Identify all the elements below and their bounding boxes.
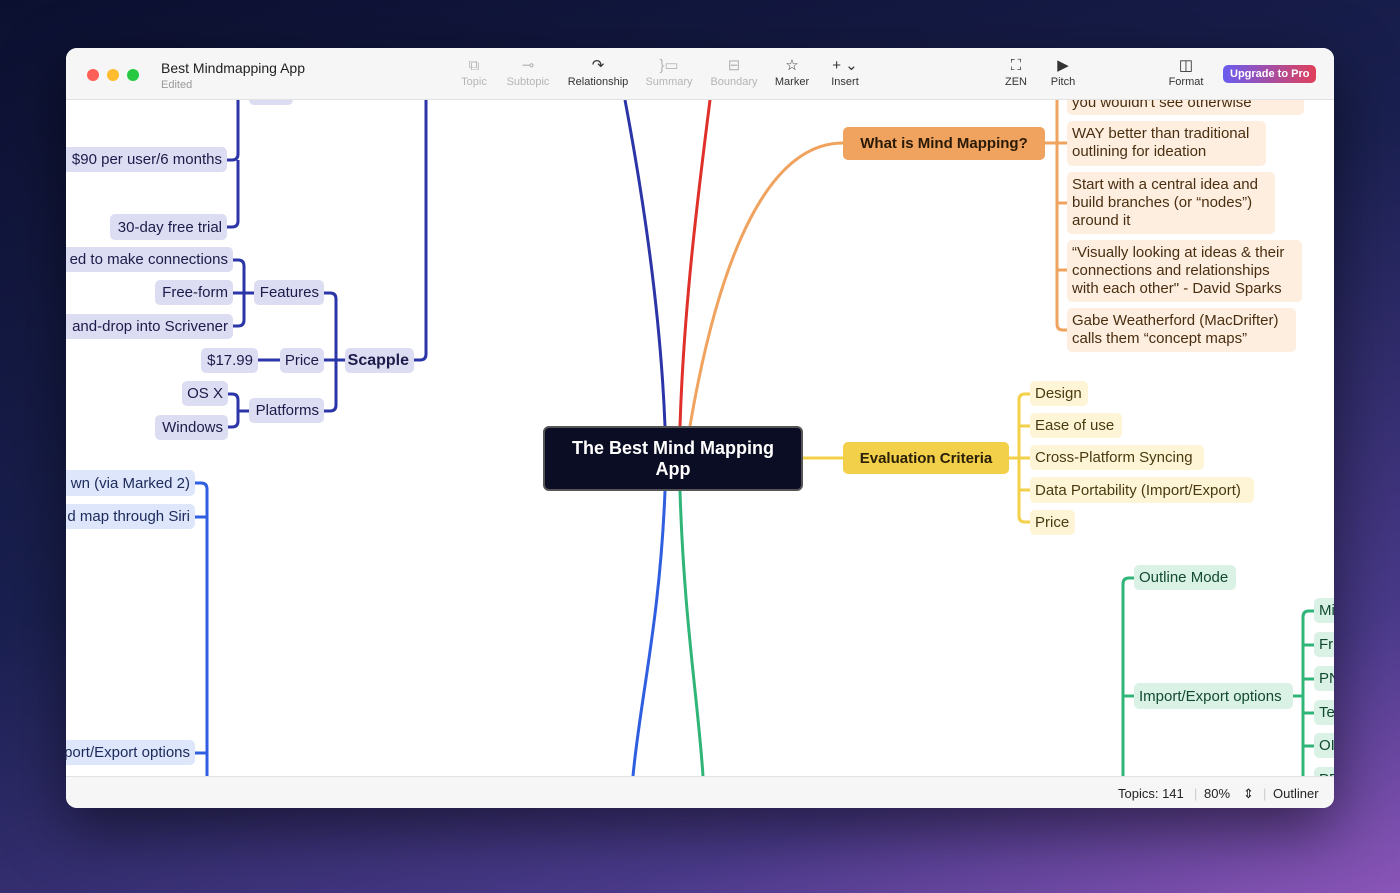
topic-node[interactable]: PN xyxy=(1314,666,1334,691)
topic-node[interactable]: Te xyxy=(1314,700,1334,725)
topic-node[interactable]: Price xyxy=(1030,510,1075,535)
topic-icon: ⧉ xyxy=(468,57,480,74)
topic-node-platforms[interactable]: Platforms xyxy=(249,398,324,423)
zoom-button[interactable] xyxy=(127,69,139,81)
topic-node-price[interactable]: Price xyxy=(280,348,324,373)
topic-node[interactable]: OI xyxy=(1314,733,1334,758)
topic-count: Topics: 141 xyxy=(1118,786,1184,801)
zen-button[interactable]: ⛶ ZEN xyxy=(1005,56,1027,88)
topic-node-evaluation-criteria[interactable]: Evaluation Criteria xyxy=(843,442,1009,474)
topic-node[interactable]: port/Export options xyxy=(66,740,195,765)
topic-node-scapple[interactable]: Scapple xyxy=(345,348,414,373)
relationship-icon: ↷ xyxy=(591,57,605,74)
mind-map-canvas[interactable]: $90 per user/6 months 30-day free trial … xyxy=(66,48,1334,808)
topic-node[interactable]: Ease of use xyxy=(1030,413,1122,438)
topic-node[interactable]: “Visually looking at ideas & their conne… xyxy=(1067,240,1302,302)
insert-button[interactable]: + ⌄ Insert xyxy=(831,56,859,88)
topic-node[interactable]: d map through Siri xyxy=(66,504,195,529)
close-button[interactable] xyxy=(87,69,99,81)
play-icon: ▶ xyxy=(1057,57,1069,74)
subtopic-button[interactable]: ⊸ Subtopic xyxy=(507,56,550,88)
topic-node[interactable]: Cross-Platform Syncing xyxy=(1030,445,1204,470)
toolbar: Best Mindmapping App Edited ⧉ Topic ⊸ Subt… xyxy=(66,48,1334,100)
topic-node[interactable]: Start with a central idea and build bran… xyxy=(1067,172,1275,234)
topic-node-features[interactable]: Features xyxy=(254,280,324,305)
summary-icon: }▭ xyxy=(659,57,679,74)
topic-node[interactable]: Data Portability (Import/Export) xyxy=(1030,477,1254,503)
branch-line xyxy=(678,99,712,427)
status-bar: Topics: 141 | 80% ⇕ | Outliner xyxy=(66,776,1334,808)
pitch-button[interactable]: ▶ Pitch xyxy=(1051,56,1075,88)
branch-line xyxy=(631,490,667,777)
summary-button[interactable]: }▭ Summary xyxy=(645,56,692,88)
topic-node[interactable]: Mi xyxy=(1314,598,1334,623)
zoom-stepper-icon[interactable]: ⇕ xyxy=(1243,786,1254,802)
marker-button[interactable]: ☆ Marker xyxy=(775,56,809,88)
topic-node[interactable]: WAY better than traditional outlining fo… xyxy=(1067,121,1266,166)
format-button[interactable]: ◫ Format xyxy=(1169,56,1204,88)
branch-line xyxy=(623,99,667,427)
branch-line xyxy=(678,490,705,777)
topic-node[interactable]: Fr xyxy=(1314,632,1334,657)
topic-node-what-is-mind-mapping[interactable]: What is Mind Mapping? xyxy=(843,127,1045,160)
zoom-level[interactable]: 80% xyxy=(1204,786,1230,801)
document-status: Edited xyxy=(161,79,193,91)
sidebar-icon: ◫ xyxy=(1178,57,1194,74)
topic-node[interactable]: $90 per user/6 months xyxy=(66,147,227,172)
topic-node[interactable]: Outline Mode xyxy=(1134,565,1236,590)
outliner-button[interactable]: Outliner xyxy=(1273,786,1319,801)
divider: | xyxy=(1194,786,1198,801)
topic-node[interactable]: and-drop into Scrivener xyxy=(66,314,233,339)
plus-icon: + ⌄ xyxy=(832,57,858,74)
app-window: $90 per user/6 months 30-day free trial … xyxy=(66,48,1334,808)
topic-node[interactable]: 30-day free trial xyxy=(110,214,227,240)
topic-node[interactable]: ed to make connections xyxy=(66,247,233,272)
topic-node[interactable]: OS X xyxy=(182,381,228,406)
boundary-button[interactable]: ⊟ Boundary xyxy=(710,56,757,88)
branch-line xyxy=(688,141,844,427)
topic-button[interactable]: ⧉ Topic xyxy=(461,56,487,88)
relationship-button[interactable]: ↷ Relationship xyxy=(568,56,629,88)
topic-node[interactable]: Import/Export options xyxy=(1134,683,1293,709)
topic-node[interactable]: Design xyxy=(1030,381,1088,406)
topic-node[interactable]: Gabe Weatherford (MacDrifter) calls them… xyxy=(1067,308,1296,352)
topic-node[interactable]: Windows xyxy=(155,415,228,440)
topic-node[interactable]: $17.99 xyxy=(201,348,258,373)
document-title: Best Mindmapping App xyxy=(161,60,305,76)
subtopic-icon: ⊸ xyxy=(521,57,535,74)
upgrade-button[interactable]: Upgrade to Pro xyxy=(1223,65,1317,83)
divider: | xyxy=(1263,786,1267,801)
boundary-icon: ⊟ xyxy=(727,57,741,74)
minimize-button[interactable] xyxy=(107,69,119,81)
fullscreen-icon: ⛶ xyxy=(1010,57,1022,74)
topic-node[interactable]: Free-form xyxy=(155,280,233,305)
star-icon: ☆ xyxy=(785,57,799,74)
topic-node[interactable]: wn (via Marked 2) xyxy=(66,470,195,496)
central-topic[interactable]: The Best Mind Mapping App xyxy=(543,426,803,491)
